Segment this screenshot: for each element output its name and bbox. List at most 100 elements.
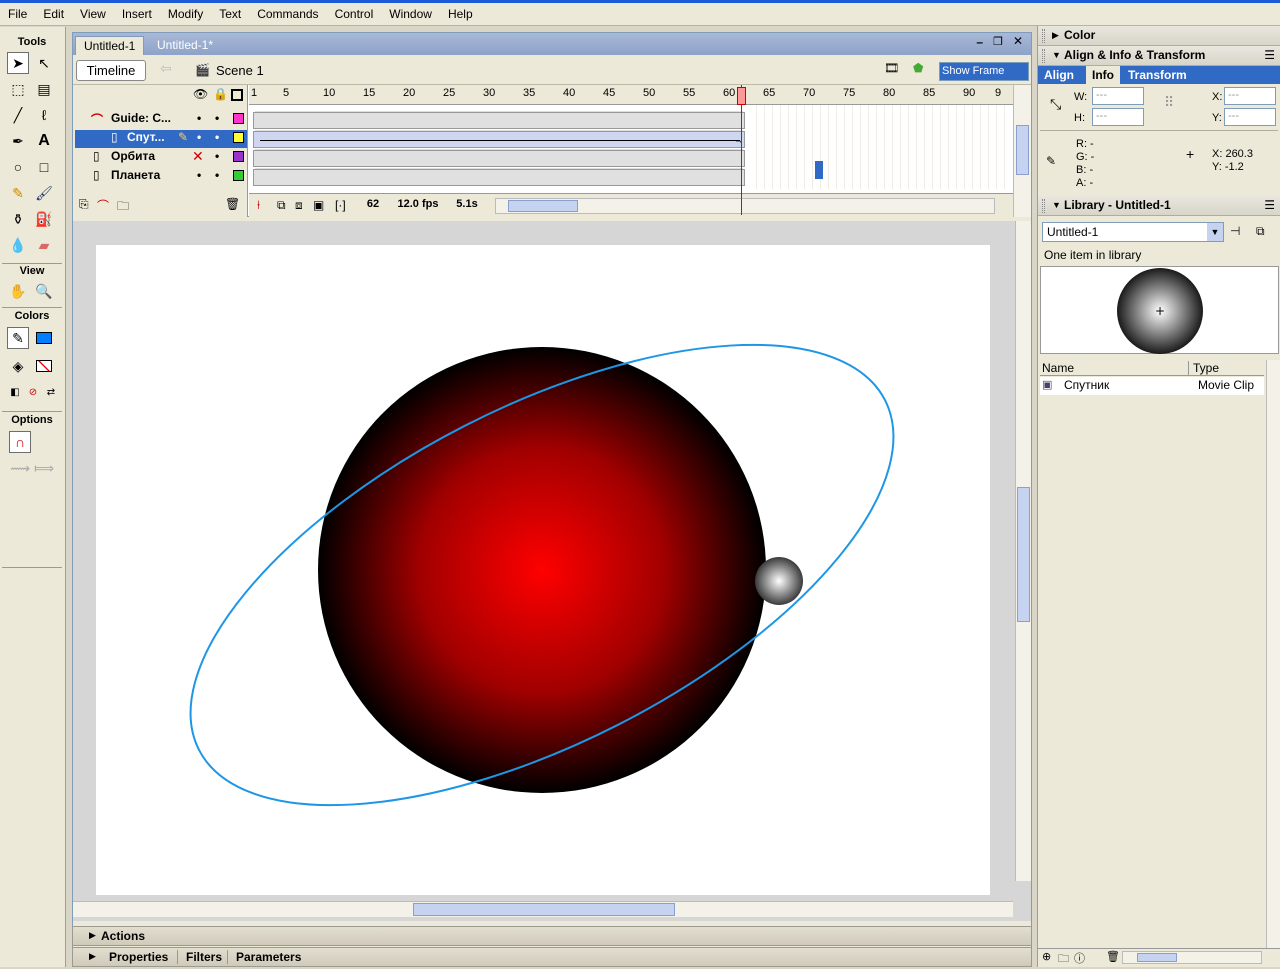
lock-dot[interactable]: • — [215, 149, 219, 163]
tab-parameters[interactable]: Parameters — [227, 950, 301, 964]
layer-color-swatch[interactable] — [233, 170, 244, 181]
insert-folder-icon[interactable]: 🗀 — [117, 197, 129, 218]
add-guide-icon[interactable]: ⌒ — [97, 197, 109, 214]
stage-vscroll[interactable] — [1015, 221, 1031, 881]
new-symbol-icon[interactable]: ⊕ — [1042, 950, 1051, 963]
menu-help[interactable]: Help — [440, 4, 481, 24]
properties-icon[interactable]: ⓘ — [1074, 950, 1085, 966]
library-header[interactable]: ▼ Library - Untitled-1 ☰ — [1038, 196, 1280, 216]
align-info-header[interactable]: ▼ Align & Info & Transform ☰ — [1038, 46, 1280, 66]
library-select[interactable]: Untitled-1 ▼ — [1042, 222, 1224, 242]
back-arrow-icon[interactable]: ⇦ — [160, 60, 172, 77]
library-vscroll[interactable] — [1266, 360, 1280, 950]
menu-text[interactable]: Text — [211, 4, 249, 24]
collapse-triangle-icon[interactable]: ▼ — [1052, 200, 1061, 210]
x-field[interactable]: --- — [1224, 87, 1276, 105]
menu-file[interactable]: File — [0, 4, 35, 24]
playhead[interactable] — [737, 87, 746, 105]
tab-transform[interactable]: Transform — [1128, 68, 1187, 82]
close-icon[interactable]: ✕ — [1013, 34, 1023, 48]
tab-untitled-1-modified[interactable]: Untitled-1* — [149, 36, 221, 55]
visible-dot[interactable]: • — [197, 168, 201, 182]
lock-dot[interactable]: • — [215, 168, 219, 182]
outline-icon[interactable] — [231, 89, 243, 101]
registration-grid-icon[interactable]: ⠿ — [1164, 94, 1174, 111]
library-row[interactable]: ▣ Спутник Movie Clip — [1040, 377, 1264, 395]
pen-tool-icon[interactable]: ✒ — [7, 130, 29, 152]
subselection-tool-icon[interactable]: ↖ — [33, 52, 55, 74]
edit-multiple-icon[interactable]: ▣ — [313, 198, 324, 212]
pin-library-icon[interactable]: ⊣ — [1230, 224, 1240, 238]
panel-menu-icon[interactable]: ☰ — [1264, 48, 1275, 62]
width-field[interactable]: --- — [1092, 87, 1144, 105]
color-panel-header[interactable]: ▶ Color — [1038, 26, 1280, 46]
lock-icon[interactable]: 🔒 — [213, 87, 228, 101]
rectangle-tool-icon[interactable]: □ — [33, 156, 55, 178]
menu-control[interactable]: Control — [327, 4, 382, 24]
pencil-tool-icon[interactable]: ✎ — [7, 182, 29, 204]
expand-triangle-icon[interactable]: ▶ — [89, 951, 96, 962]
y-field[interactable]: --- — [1224, 108, 1276, 126]
menu-insert[interactable]: Insert — [114, 4, 160, 24]
scroll-thumb[interactable] — [413, 903, 675, 916]
zoom-tool-icon[interactable]: 🔍 — [33, 280, 55, 302]
snap-magnet-icon[interactable]: ∩ — [9, 431, 31, 453]
edit-scene-icon[interactable]: 🎞 — [884, 61, 899, 75]
tab-filters[interactable]: Filters — [177, 950, 222, 964]
tab-align[interactable]: Align — [1044, 68, 1074, 82]
lock-dot[interactable]: • — [215, 111, 219, 125]
free-transform-tool-icon[interactable]: ⬚ — [7, 78, 29, 100]
timeline-button[interactable]: Timeline — [76, 60, 146, 81]
column-name[interactable]: Name — [1042, 361, 1074, 375]
timeline-hscroll[interactable] — [495, 198, 995, 214]
text-tool-icon[interactable]: A — [33, 130, 55, 152]
onion-skin-icon[interactable]: ⧉ — [277, 198, 286, 213]
paint-bucket-tool-icon[interactable]: ⛽ — [33, 208, 55, 230]
lasso-tool-icon[interactable]: ℓ — [33, 104, 55, 126]
tab-properties[interactable]: Properties — [109, 950, 168, 964]
modify-markers-icon[interactable]: [·] — [335, 198, 346, 212]
selection-tool-icon[interactable]: ➤ — [7, 52, 29, 74]
smooth-icon[interactable]: ⟿ — [9, 457, 31, 479]
visible-dot[interactable]: • — [197, 130, 201, 144]
hidden-x-icon[interactable]: ✕ — [192, 148, 204, 165]
eraser-tool-icon[interactable]: ▰ — [33, 234, 55, 256]
actions-panel-header[interactable]: ▶ Actions — [72, 926, 1032, 946]
scroll-thumb[interactable] — [1017, 487, 1030, 622]
fill-swatch-none[interactable] — [33, 355, 55, 377]
selected-frame[interactable] — [815, 161, 823, 179]
lock-dot[interactable]: • — [215, 130, 219, 144]
menu-modify[interactable]: Modify — [160, 4, 211, 24]
swap-colors-icon[interactable]: ⇄ — [40, 381, 62, 403]
timeline-vscroll[interactable] — [1013, 85, 1031, 217]
scroll-thumb[interactable] — [1016, 125, 1029, 175]
ink-bottle-tool-icon[interactable]: ⚱ — [7, 208, 29, 230]
stroke-swatch[interactable] — [33, 327, 55, 349]
visible-dot[interactable]: • — [197, 111, 201, 125]
tab-info[interactable]: Info — [1086, 66, 1120, 84]
layer-orbita[interactable]: ▯ Орбита ✕ • — [75, 148, 247, 167]
layer-sputnik[interactable]: ▯ Спут... ✎ • • — [75, 130, 247, 148]
hand-tool-icon[interactable]: ✋ — [7, 280, 29, 302]
panel-menu-icon[interactable]: ☰ — [1264, 198, 1275, 212]
restore-icon[interactable]: ❐ — [993, 35, 1003, 48]
menu-edit[interactable]: Edit — [35, 4, 72, 24]
edit-symbol-icon[interactable]: ⬟ — [913, 61, 923, 75]
layer-color-swatch[interactable] — [233, 113, 244, 124]
expand-triangle-icon[interactable]: ▶ — [1052, 30, 1059, 41]
column-type[interactable]: Type — [1188, 361, 1219, 375]
line-tool-icon[interactable]: ╱ — [7, 104, 29, 126]
expand-triangle-icon[interactable]: ▶ — [89, 930, 96, 941]
layer-guide[interactable]: ⌒ Guide: C... • • — [75, 111, 247, 129]
stroke-color-icon[interactable]: ✎ — [7, 327, 29, 349]
delete-icon[interactable]: 🗑 — [1106, 950, 1120, 963]
menu-commands[interactable]: Commands — [249, 4, 326, 24]
library-hscroll[interactable] — [1122, 951, 1262, 964]
stage-hscroll[interactable] — [73, 901, 1013, 917]
collapse-triangle-icon[interactable]: ▼ — [1052, 50, 1061, 60]
layer-color-swatch[interactable] — [233, 151, 244, 162]
layer-color-swatch[interactable] — [233, 132, 244, 143]
properties-panel-header[interactable]: ▶ Properties Filters Parameters — [72, 947, 1032, 967]
scroll-thumb[interactable] — [1137, 953, 1177, 962]
tab-untitled-1[interactable]: Untitled-1 — [75, 36, 145, 55]
